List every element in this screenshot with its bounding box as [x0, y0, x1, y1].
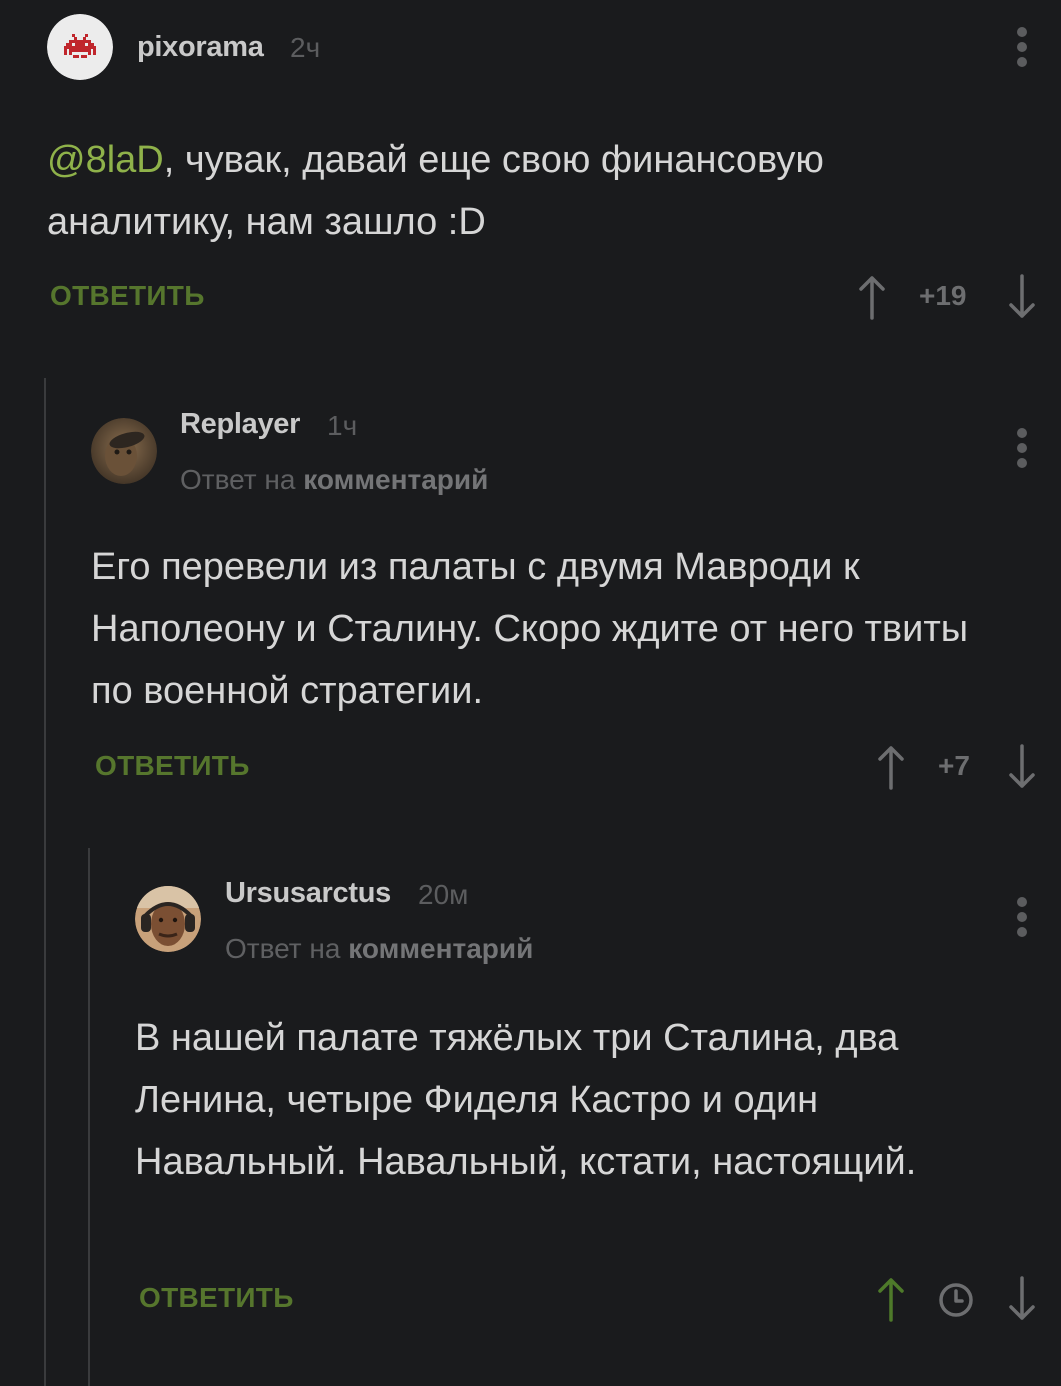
more-options-icon[interactable]	[1016, 27, 1028, 71]
comment-text: Его перевели из палаты с двумя Мавроди к…	[91, 546, 969, 712]
reply-to-reference: Ответ на комментарий	[225, 933, 533, 965]
user-mention-link[interactable]: @8laD	[47, 139, 164, 181]
reply-to-comment-link[interactable]: комментарий	[348, 933, 533, 964]
downvote-arrow-icon[interactable]	[1007, 1276, 1037, 1322]
thread-line-level-1	[44, 378, 46, 1386]
more-options-icon[interactable]	[1016, 428, 1028, 472]
reply-button[interactable]: ОТВЕТИТЬ	[139, 1282, 294, 1314]
comment-text: @8laD, чувак, давай еще свою финансовую …	[47, 129, 1007, 253]
downvote-arrow-icon[interactable]	[1007, 274, 1037, 320]
reply-to-comment-link[interactable]: комментарий	[303, 464, 488, 495]
reply-to-prefix: Ответ на	[180, 464, 296, 495]
reply-to-reference: Ответ на комментарий	[180, 464, 488, 496]
upvote-arrow-icon[interactable]	[857, 274, 887, 320]
timestamp: 20м	[418, 879, 469, 910]
clock-icon	[939, 1283, 973, 1317]
avatar[interactable]	[135, 886, 201, 952]
username[interactable]: Ursusarctus	[225, 877, 391, 910]
reply-button[interactable]: ОТВЕТИТЬ	[95, 750, 250, 782]
avatar[interactable]	[47, 14, 113, 80]
timestamp: 1ч	[327, 410, 358, 441]
username[interactable]: Replayer	[180, 408, 300, 441]
upvote-arrow-icon[interactable]	[876, 1276, 906, 1322]
downvote-arrow-icon[interactable]	[1007, 744, 1037, 790]
upvote-arrow-icon[interactable]	[876, 744, 906, 790]
reply-button[interactable]: ОТВЕТИТЬ	[50, 280, 205, 312]
thread-line-level-2	[88, 848, 90, 1386]
reply-to-prefix: Ответ на	[225, 933, 341, 964]
comment-text: В нашей палате тяжёлых три Сталина, два …	[135, 1017, 917, 1183]
username[interactable]: pixorama	[137, 31, 264, 64]
more-options-icon[interactable]	[1016, 897, 1028, 941]
timestamp: 2ч	[290, 32, 321, 63]
avatar[interactable]	[91, 418, 157, 484]
comment-text-body: , чувак, давай еще свою финансовую анали…	[47, 139, 824, 243]
rating-counter: +19	[919, 280, 967, 311]
rating-counter: +7	[938, 750, 970, 781]
